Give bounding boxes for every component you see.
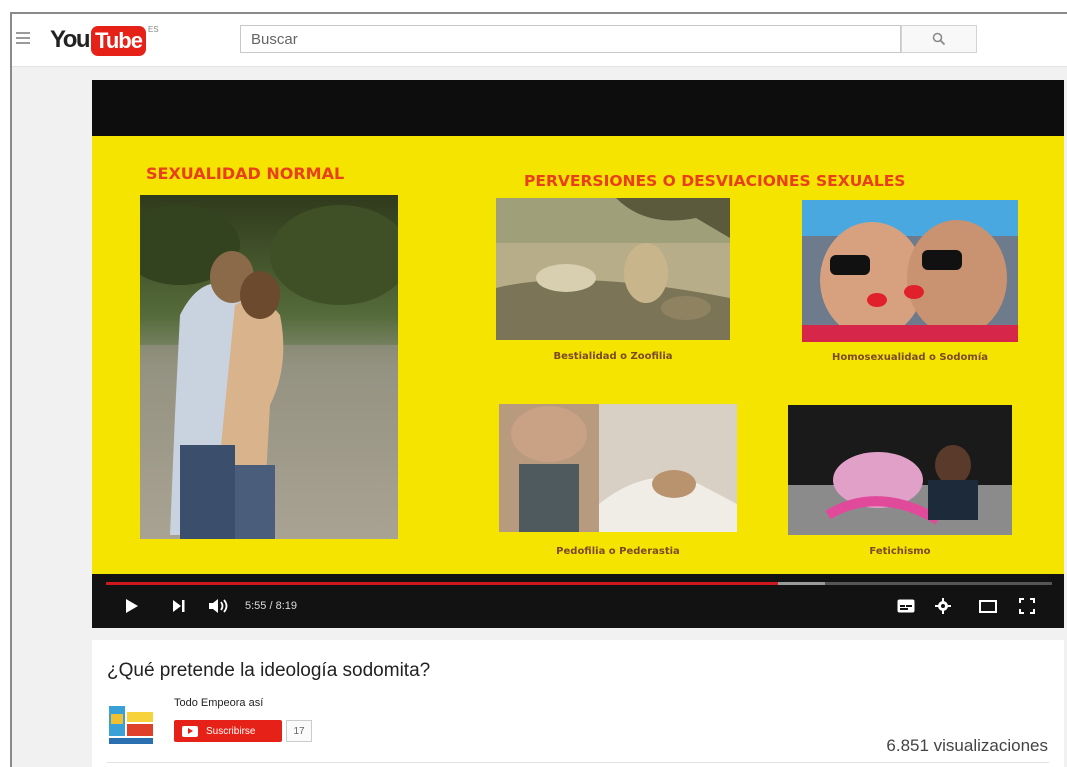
player-controls: 5:55 / 8:19 [92, 574, 1064, 628]
subscribe-button[interactable]: Suscribirse [174, 720, 282, 742]
channel-avatar[interactable] [107, 700, 155, 748]
caption-homosexuality: Homosexualidad o Sodomía [831, 352, 989, 363]
guide-sidebar [12, 67, 88, 767]
slide-title-normal: SEXUALIDAD NORMAL [146, 164, 345, 183]
logo-tube-text: Tube [91, 26, 146, 56]
youtube-logo[interactable]: You Tube ES [50, 25, 159, 56]
next-icon [173, 600, 185, 612]
fullscreen-button[interactable] [1016, 596, 1038, 616]
video-info: ¿Qué pretende la ideología sodomita? Tod… [92, 640, 1064, 767]
painting-photo-1 [496, 198, 730, 340]
caption-pedophilia: Pedofilia o Pederastia [556, 546, 680, 557]
divider [107, 762, 1049, 763]
logo-you-text: You [50, 26, 91, 53]
progress-played [106, 582, 778, 585]
next-button[interactable] [169, 596, 189, 616]
video-frame-slide: SEXUALIDAD NORMAL PERVERSIONES O DESVIAC… [92, 136, 1064, 574]
video-player[interactable]: SEXUALIDAD NORMAL PERVERSIONES O DESVIAC… [92, 80, 1064, 628]
channel-name[interactable]: Todo Empeora así [174, 697, 263, 709]
couple-photo [140, 195, 398, 539]
theater-mode-button[interactable] [976, 596, 1000, 616]
logo-country-code: ES [147, 25, 159, 34]
search-icon [932, 32, 946, 46]
menu-icon[interactable] [16, 32, 30, 44]
two-men-photo [802, 200, 1018, 342]
search-button[interactable] [901, 25, 977, 53]
slide-title-perversions: PERVERSIONES O DESVIACIONES SEXUALES [524, 172, 906, 190]
subtitles-button[interactable] [895, 596, 917, 616]
caption-bestiality: Bestialidad o Zoofilia [553, 351, 673, 362]
search-input[interactable] [241, 26, 900, 52]
caption-fetishism: Fetichismo [869, 546, 931, 557]
volume-button[interactable] [206, 596, 232, 616]
masthead: You Tube ES [12, 14, 1067, 67]
progress-bar[interactable] [106, 582, 1052, 585]
subtitles-icon [897, 599, 915, 613]
subscriber-count: 17 [286, 720, 312, 742]
video-title: ¿Qué pretende la ideología sodomita? [107, 660, 431, 681]
fetish-photo [788, 405, 1012, 535]
play-icon [126, 599, 138, 613]
subscribe-label: Suscribirse [206, 725, 256, 737]
search-box [240, 25, 901, 53]
play-button[interactable] [122, 596, 142, 616]
time-display: 5:55 / 8:19 [245, 600, 297, 612]
view-count: 6.851 visualizaciones [886, 736, 1048, 755]
volume-icon [209, 599, 228, 613]
settings-button[interactable] [932, 596, 954, 616]
theater-mode-icon [979, 599, 997, 613]
fullscreen-icon [1019, 598, 1035, 614]
youtube-play-icon [182, 725, 198, 737]
bedroom-photo [499, 404, 737, 532]
settings-icon [935, 598, 951, 614]
